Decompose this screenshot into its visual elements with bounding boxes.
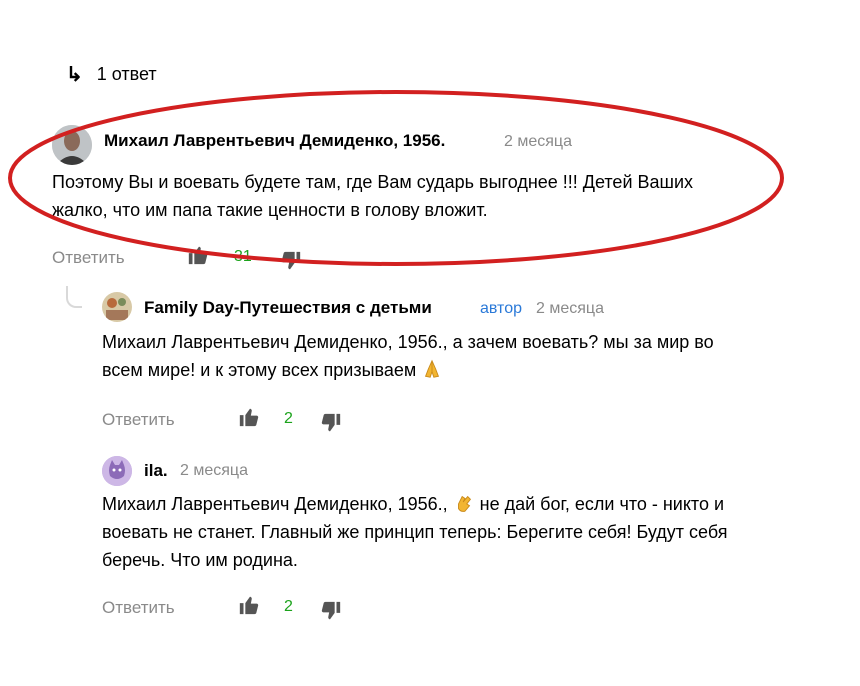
comment-time[interactable]: 2 месяца [180,462,248,480]
comment-text: Михаил Лаврентьевич Демиденко, 1956., а … [102,328,802,384]
comment-text-line: Михаил Лаврентьевич Демиденко, 1956., не… [102,490,822,518]
comment-author[interactable]: ila. [144,461,168,481]
comment-text-fragment: всем мире! и к этому всех призываем [102,360,417,380]
avatar-photo-icon [102,292,132,322]
cat-avatar-icon [102,456,132,486]
comment-text-fragment: Михаил Лаврентьевич Демиденко, 1956., [102,494,448,514]
clapping-hands-emoji-icon [457,495,471,512]
thumbs-up-icon[interactable] [238,594,260,616]
like-count: 2 [284,598,293,615]
like-count: 2 [284,410,293,427]
thumbs-up-icon[interactable] [238,406,260,428]
comment-text: Михаил Лаврентьевич Демиденко, 1956., не… [102,490,822,574]
reply-button[interactable]: Ответить [102,598,175,618]
comment-text-line: беречь. Что им родина. [102,550,298,570]
comment-text-line: всем мире! и к этому всех призываем [102,356,802,384]
comment-text-line: Михаил Лаврентьевич Демиденко, 1956., а … [102,332,714,352]
highlight-ellipse [8,90,784,266]
reply-button[interactable]: Ответить [102,410,175,430]
thread-connector [66,286,82,308]
avatar[interactable] [102,456,132,486]
thumbs-down-icon[interactable] [320,412,342,434]
avatar[interactable] [102,292,132,322]
comment-text-fragment: не дай бог, если что - никто и [479,494,725,514]
author-badge: автор [480,300,522,317]
comment-text-line: воевать не станет. Главный же принцип те… [102,522,728,542]
thumbs-down-icon[interactable] [320,600,342,622]
folded-hands-emoji-icon [425,359,440,378]
comment-author[interactable]: Family Day-Путешествия с детьми [144,298,432,318]
comment-time[interactable]: 2 месяца [536,300,604,318]
replies-count-label: 1 ответ [96,64,157,84]
